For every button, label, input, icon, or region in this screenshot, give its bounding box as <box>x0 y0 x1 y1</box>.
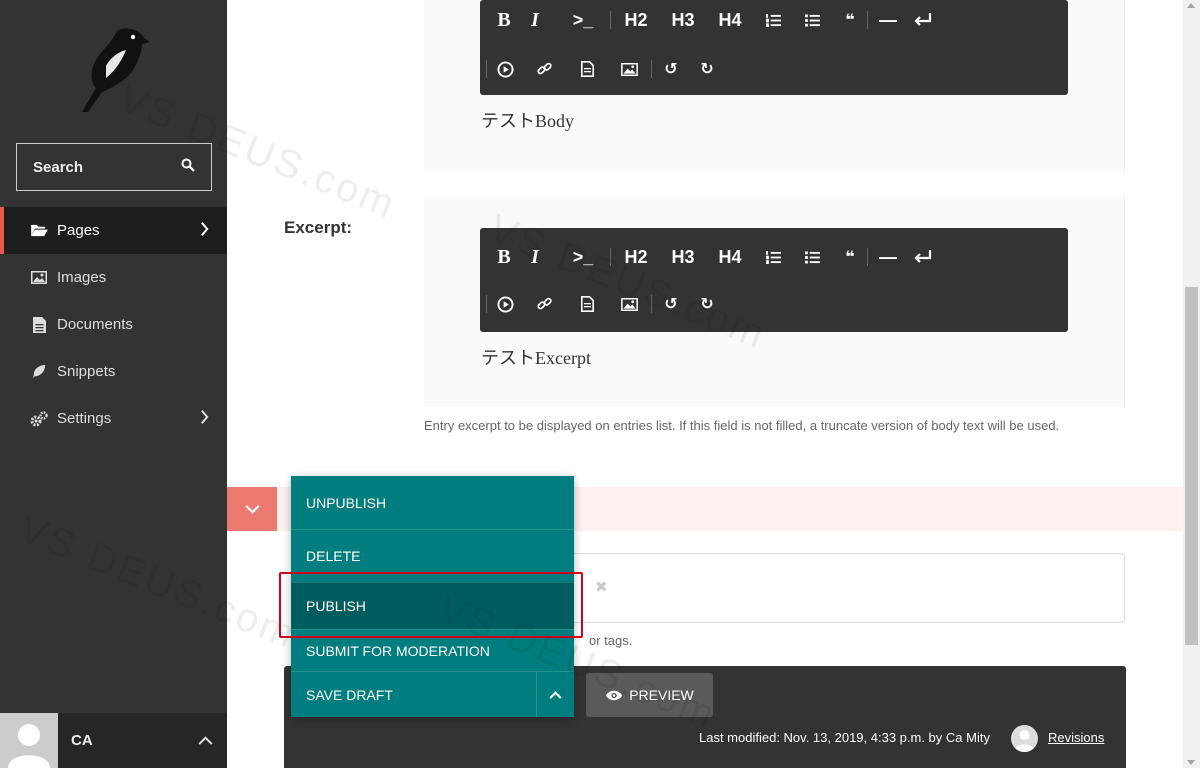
embed-icon[interactable] <box>487 54 523 84</box>
last-modified-text: Last modified: Nov. 13, 2019, 4:33 p.m. … <box>699 730 990 745</box>
cogs-icon <box>30 410 48 428</box>
delete-button[interactable]: DELETE <box>291 529 574 582</box>
link-icon[interactable] <box>523 289 567 319</box>
eye-icon <box>606 690 623 700</box>
ordered-list-icon[interactable] <box>755 242 791 272</box>
redo-icon[interactable]: ↻ <box>690 289 724 319</box>
h4-button[interactable]: H4 <box>705 5 755 35</box>
folder-open-icon <box>30 222 48 240</box>
code-button[interactable]: >_ <box>556 5 610 35</box>
chevron-up-icon[interactable] <box>198 732 213 750</box>
bold-button[interactable]: B <box>494 242 514 272</box>
search-label: Search <box>33 158 84 176</box>
main-menu: Pages Images Documents Snippets Settings <box>0 207 227 442</box>
sidebar-item-label: Documents <box>57 316 133 333</box>
bold-button[interactable]: B <box>494 5 514 35</box>
link-icon[interactable] <box>523 54 567 84</box>
chevron-down-icon <box>244 504 260 514</box>
bullet-list-icon[interactable] <box>791 242 833 272</box>
body-text[interactable]: テストBody <box>481 107 574 133</box>
unpublish-button[interactable]: UNPUBLISH <box>291 476 574 529</box>
account-initials: CA <box>71 732 93 749</box>
avatar <box>0 713 58 768</box>
line-break-icon[interactable] <box>908 242 938 272</box>
h3-button[interactable]: H3 <box>661 5 705 35</box>
menu-item-label: PUBLISH <box>306 598 366 614</box>
tag-remove-icon[interactable]: ✖ <box>595 578 608 596</box>
ordered-list-icon[interactable] <box>755 5 791 35</box>
preview-button[interactable]: PREVIEW <box>586 673 713 717</box>
save-draft-button[interactable]: SAVE DRAFT <box>291 671 574 717</box>
tags-help-text: or tags. <box>589 633 633 648</box>
sidebar-item-snippets[interactable]: Snippets <box>0 348 227 395</box>
document-icon[interactable] <box>567 54 607 84</box>
quote-icon[interactable]: ❝ <box>833 5 867 35</box>
revisions-link[interactable]: Revisions <box>1048 730 1104 745</box>
undo-icon[interactable]: ↺ <box>652 289 690 319</box>
menu-item-label: SUBMIT FOR MODERATION <box>306 642 490 659</box>
document-icon[interactable] <box>567 289 607 319</box>
excerpt-help-text: Entry excerpt to be displayed on entries… <box>424 418 1060 433</box>
page-scrollbar[interactable] <box>1183 0 1200 768</box>
search-icon[interactable] <box>181 158 195 176</box>
menu-item-label: DELETE <box>306 548 361 564</box>
menu-item-label: UNPUBLISH <box>306 494 387 511</box>
preview-label: PREVIEW <box>629 687 694 703</box>
account-menu[interactable]: CA <box>0 713 227 768</box>
wagtail-logo[interactable] <box>78 26 152 116</box>
horizontal-rule-button[interactable]: — <box>868 242 908 272</box>
h2-button[interactable]: H2 <box>611 5 661 35</box>
publish-actions-menu: UNPUBLISH DELETE PUBLISH SUBMIT FOR MODE… <box>291 476 574 717</box>
bullet-list-icon[interactable] <box>791 5 833 35</box>
avatar <box>1011 725 1038 752</box>
sidebar-item-pages[interactable]: Pages <box>0 207 227 254</box>
sidebar-item-settings[interactable]: Settings <box>0 395 227 442</box>
scrollbar-thumb[interactable] <box>1185 287 1198 645</box>
image-icon[interactable] <box>607 289 651 319</box>
h3-button[interactable]: H3 <box>661 242 705 272</box>
excerpt-label: Excerpt: <box>284 218 353 237</box>
quote-icon[interactable]: ❝ <box>833 242 867 272</box>
sidebar-item-label: Pages <box>57 222 100 239</box>
line-break-icon[interactable] <box>908 5 938 35</box>
sidebar-item-label: Snippets <box>57 363 116 380</box>
collapse-toggle[interactable] <box>227 487 277 531</box>
search-box[interactable]: Search <box>16 143 212 191</box>
h4-button[interactable]: H4 <box>705 242 755 272</box>
sidebar-item-label: Images <box>57 269 107 286</box>
submit-for-moderation-button[interactable]: SUBMIT FOR MODERATION <box>291 629 574 671</box>
undo-icon[interactable]: ↺ <box>652 54 690 84</box>
chevron-up-icon[interactable] <box>536 672 574 717</box>
redo-icon[interactable]: ↻ <box>690 54 724 84</box>
chevron-right-icon <box>200 409 209 429</box>
document-icon <box>30 316 48 334</box>
sidebar-item-documents[interactable]: Documents <box>0 301 227 348</box>
chevron-right-icon <box>200 221 209 241</box>
sidebar-item-images[interactable]: Images <box>0 254 227 301</box>
image-icon[interactable] <box>607 54 651 84</box>
scroll-up-arrow-icon[interactable] <box>1187 3 1195 8</box>
horizontal-rule-button[interactable]: — <box>868 5 908 35</box>
snippet-icon <box>30 363 48 381</box>
sidebar: Search Pages Images Documents Snippets S… <box>0 0 227 768</box>
excerpt-toolbar: B I >_ H2 H3 H4 ❝ — ↺ ↻ <box>480 228 1068 332</box>
embed-icon[interactable] <box>487 289 523 319</box>
sidebar-item-label: Settings <box>57 410 112 427</box>
body-toolbar: B I >_ H2 H3 H4 ❝ — ↺ ↻ <box>480 0 1068 95</box>
publish-button[interactable]: PUBLISH <box>291 582 574 629</box>
image-icon <box>30 269 48 287</box>
h2-button[interactable]: H2 <box>611 242 661 272</box>
italic-button[interactable]: I <box>514 5 556 35</box>
excerpt-text[interactable]: テストExcerpt <box>481 344 591 370</box>
italic-button[interactable]: I <box>514 242 556 272</box>
menu-item-label: SAVE DRAFT <box>306 686 393 703</box>
code-button[interactable]: >_ <box>556 242 610 272</box>
scroll-down-arrow-icon[interactable] <box>1187 760 1195 765</box>
